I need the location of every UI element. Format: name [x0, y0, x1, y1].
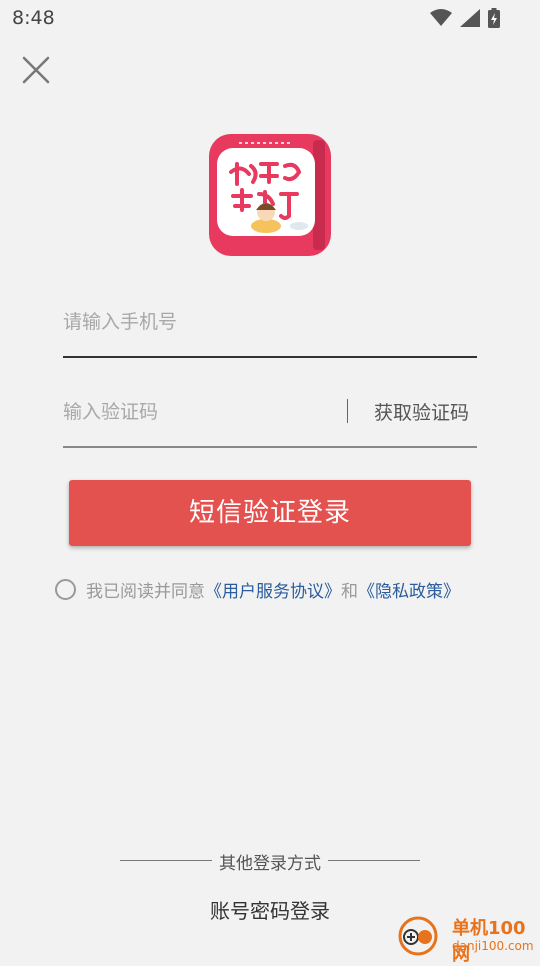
code-input[interactable]	[63, 398, 323, 426]
app-logo	[209, 134, 331, 256]
code-field: 获取验证码	[63, 380, 477, 448]
terms-link[interactable]: 《用户服务协议》	[205, 577, 341, 602]
other-login-label: 其他登录方式	[219, 854, 321, 874]
agreement-text: 我已阅读并同意	[86, 581, 205, 602]
agree-radio[interactable]	[55, 578, 76, 600]
agreement-and: 和	[341, 581, 358, 602]
close-button[interactable]	[18, 52, 54, 88]
status-bar: 8:48	[0, 0, 540, 36]
close-icon	[22, 56, 50, 84]
status-icons	[430, 8, 500, 28]
agreement-row: 我已阅读并同意 《用户服务协议》 和 《隐私政策》	[55, 576, 460, 602]
signal-icon	[460, 9, 480, 27]
get-code-button[interactable]: 获取验证码	[374, 398, 469, 425]
sms-login-button[interactable]: 短信验证登录	[69, 480, 471, 546]
watermark-logo-icon	[398, 916, 438, 956]
status-time: 8:48	[12, 7, 55, 29]
phone-input[interactable]	[63, 308, 323, 336]
battery-charging-icon	[488, 8, 500, 28]
watermark: 单机100网 danji100.com	[392, 912, 540, 965]
privacy-link[interactable]: 《隐私政策》	[358, 577, 460, 602]
phone-field	[63, 290, 477, 358]
other-login-divider: 其他登录方式	[120, 849, 420, 874]
divider-line-right	[328, 860, 420, 861]
watermark-url: danji100.com	[452, 939, 534, 953]
wifi-icon	[430, 9, 452, 26]
get-code-divider	[347, 399, 348, 423]
